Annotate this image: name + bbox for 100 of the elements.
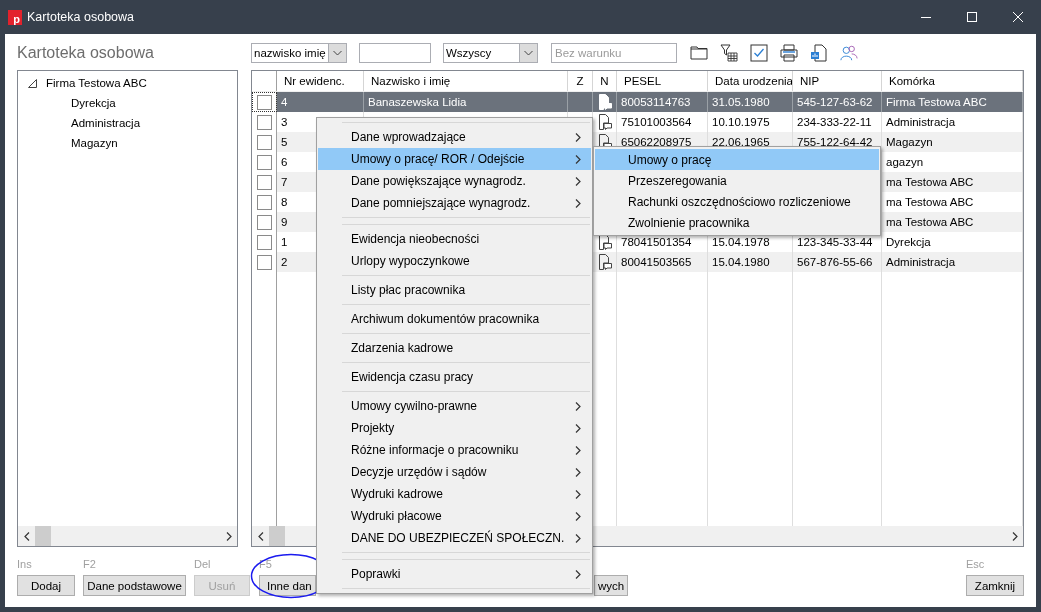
menu-item[interactable]: Ewidencja czasu pracy (318, 366, 591, 388)
action-button[interactable]: Inne dan (259, 575, 316, 596)
table-cell: Administracja (886, 116, 956, 128)
table-cell: 10.10.1975 (712, 116, 770, 128)
table-cell: 3 (281, 116, 288, 128)
scrollbar-thumb[interactable] (35, 526, 51, 546)
menu-item[interactable]: Dane pomniejszające wynagrodz. (318, 192, 591, 214)
table-cell: 22.06.1965 (712, 136, 770, 148)
table-cell: 755-122-64-42 (797, 136, 873, 148)
shortcut-label: Esc (966, 558, 986, 572)
table-cell: Dyrekcja (886, 236, 931, 248)
table-cell: 545-127-63-62 (797, 96, 873, 108)
checkbox-icon[interactable] (750, 44, 768, 62)
input-field[interactable]: Bez warunku (551, 43, 677, 63)
scrollbar-thumb[interactable] (269, 526, 285, 546)
window-title: Kartoteka osobowa (27, 10, 134, 24)
table-cell: agazyn (886, 156, 924, 168)
table-cell: 567-876-55-66 (797, 256, 873, 268)
close-icon[interactable] (1013, 12, 1023, 22)
menu-item[interactable]: DANE DO UBEZPIECZEŃ SPOŁECZN. (318, 527, 591, 549)
menu-item[interactable]: Listy płac pracownika (318, 279, 591, 301)
row-checkbox[interactable] (256, 154, 272, 170)
table-cell: 65062208975 (621, 136, 692, 148)
menu-item[interactable]: Urlopy wypoczynkowe (318, 250, 591, 272)
table-cell: 31.05.1980 (712, 96, 770, 108)
table-cell: 75101003564 (621, 116, 692, 128)
table-cell: 15.04.1980 (712, 256, 770, 268)
table-cell: 234-333-22-11 (797, 116, 872, 128)
chevron-left-icon (23, 531, 30, 541)
table-cell: ma Testowa ABC (886, 196, 974, 208)
table-cell: 15.04.1978 (712, 236, 770, 248)
table-cell: ma Testowa ABC (886, 176, 974, 188)
shortcut-label: Del (194, 558, 212, 572)
users-icon[interactable] (840, 44, 858, 62)
column-header[interactable]: N (593, 71, 617, 91)
expanded-triangle-icon[interactable] (28, 78, 37, 88)
app-logo: p (8, 9, 22, 25)
menu-item[interactable]: Archiwum dokumentów pracownika (318, 308, 591, 330)
chevron-down-icon (524, 50, 533, 56)
dropdown[interactable]: nazwisko imię (251, 43, 347, 63)
table-cell: 2 (281, 256, 288, 268)
tree-item[interactable]: Firma Testowa ABC (46, 77, 147, 89)
menu-item[interactable]: Dane powiększające wynagrodz. (318, 170, 591, 192)
row-checkbox[interactable] (256, 214, 272, 230)
chevron-right-icon (1011, 531, 1018, 541)
chevron-down-icon (333, 50, 342, 56)
table-cell: 4 (281, 96, 288, 108)
menu-item[interactable]: Zdarzenia kadrowe (318, 337, 591, 359)
folder-icon[interactable] (690, 44, 708, 60)
printer-icon[interactable] (780, 44, 798, 62)
menu-item[interactable]: Projekty (318, 417, 591, 439)
document-export-icon[interactable] (810, 44, 828, 62)
row-checkbox[interactable] (256, 174, 272, 190)
table-cell: 123-345-33-44 (797, 236, 873, 248)
row-checkbox[interactable] (256, 254, 272, 270)
menu-item[interactable]: Umowy cywilno-prawne (318, 395, 591, 417)
horizontal-scrollbar[interactable] (18, 526, 237, 546)
menu-item[interactable]: Rachunki oszczędnościowo rozliczeniowe (595, 191, 879, 212)
column-header[interactable]: NIP (793, 71, 882, 91)
table-cell: Magazyn (886, 136, 933, 148)
action-button[interactable]: Dane podstawowe (83, 575, 186, 596)
row-checkbox[interactable] (256, 94, 272, 110)
column-header[interactable]: Komórka (882, 71, 1023, 91)
column-header[interactable]: Nr ewidenc. (277, 71, 364, 91)
tree-item[interactable]: Magazyn (71, 137, 118, 149)
column-header[interactable]: Nazwisko i imię (364, 71, 568, 91)
action-button[interactable]: wych (594, 575, 628, 596)
table-cell: 78041501354 (621, 236, 692, 248)
menu-item[interactable]: Umowy o pracę (595, 149, 879, 170)
menu-item[interactable]: Poprawki (318, 563, 591, 585)
table-cell: 7 (281, 176, 288, 188)
table-cell: Firma Testowa ABC (886, 96, 987, 108)
chevron-left-icon (257, 531, 264, 541)
column-header[interactable]: Z (568, 71, 593, 91)
shortcut-label: Ins (17, 558, 33, 572)
page-heading: Kartoteka osobowa (17, 43, 155, 63)
menu-item[interactable]: Wydruki kadrowe (318, 483, 591, 505)
row-checkbox[interactable] (256, 194, 272, 210)
table-cell: 6 (281, 156, 288, 168)
row-checkbox[interactable] (256, 134, 272, 150)
menu-item[interactable]: Umowy o pracę/ ROR / Odejście (318, 148, 591, 170)
table-cell: 80053114763 (621, 96, 691, 108)
menu-item[interactable]: Decyzje urzędów i sądów (318, 461, 591, 483)
tree-item[interactable]: Administracja (71, 117, 141, 129)
maximize-icon[interactable] (967, 12, 977, 22)
close-dialog-button[interactable]: Zamknij (966, 575, 1024, 596)
table-cell: Banaszewska Lidia (368, 96, 467, 108)
tree-item[interactable]: Dyrekcja (71, 97, 116, 109)
row-checkbox[interactable] (256, 114, 272, 130)
action-button[interactable]: Dodaj (17, 575, 75, 596)
menu-item[interactable]: Wydruki płacowe (318, 505, 591, 527)
menu-item[interactable]: Zwolnienie pracownika (595, 212, 879, 233)
dropdown[interactable]: Wszyscy (443, 43, 538, 63)
row-checkbox[interactable] (256, 234, 272, 250)
input-field[interactable] (359, 43, 431, 63)
menu-item[interactable]: Różne informacje o pracowniku (318, 439, 591, 461)
menu-item[interactable]: Przeszeregowania (595, 170, 879, 191)
filter-table-icon[interactable] (720, 44, 738, 62)
column-header[interactable]: PESEL (617, 71, 708, 91)
table-row[interactable]: 4 Banaszewska Lidia 80053114763 31.05.1980 545-127-63-62 Firma Testowa ABC (277, 92, 1023, 112)
